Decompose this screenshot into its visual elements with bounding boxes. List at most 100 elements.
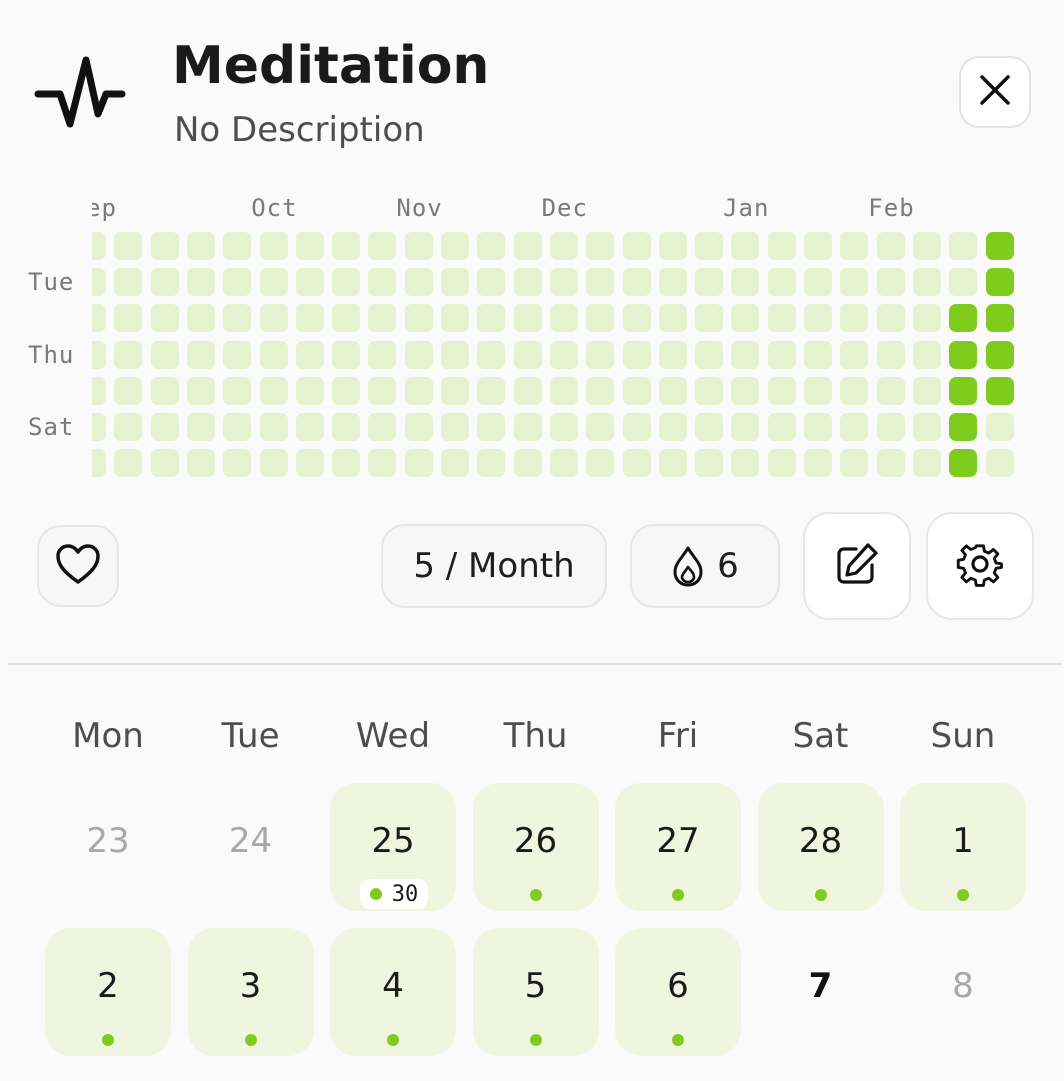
heatmap-cell [549,376,578,405]
heatmap-cell [658,304,687,333]
heatmap-cell [949,232,978,260]
heatmap-cell [259,340,288,369]
heatmap-cell [150,413,179,441]
heatmap-cell [223,376,252,405]
heatmap-month-label: Dec [541,194,588,222]
calendar-day[interactable]: 2 [45,928,171,1056]
calendar-day[interactable]: 8 [900,928,1026,1056]
heatmap-cell [804,232,832,260]
heatmap-cell [295,449,324,478]
heatmap-cell [114,449,143,478]
calendar-day[interactable]: 24 [188,783,314,911]
heatmap-cell [368,449,397,478]
heatmap-cell [477,268,506,297]
heatmap-cell [114,268,143,297]
heatmap-cell [368,268,397,297]
heatmap-cell [840,413,869,441]
heatmap-cell [295,340,324,369]
heatmap-cell [549,304,578,333]
calendar-day-number: 3 [239,966,262,1006]
heatmap-cell [477,232,506,260]
heatmap-cell [549,449,578,478]
calendar-day[interactable]: 25 30 [330,783,456,911]
activity-pulse-icon [34,52,126,136]
heatmap-cell [223,304,252,333]
heatmap-cell [114,413,143,441]
heatmap-cell [295,232,324,260]
calendar-day[interactable]: 3 [187,928,314,1056]
calendar-day[interactable]: 28 [757,783,884,911]
gear-icon [956,540,1004,592]
heatmap-cell [586,413,615,441]
heatmap-cell [695,304,724,333]
heatmap-cell [840,232,869,260]
weekday-label: Fri [657,716,699,756]
heatmap-cell [223,449,252,478]
heatmap-cell [332,376,361,405]
calendar-day[interactable]: 1 [900,783,1026,911]
heatmap-cell [695,449,724,478]
heatmap-cell [731,232,760,260]
edit-icon [834,541,880,591]
heatmap-cell [804,268,832,297]
edit-button[interactable] [803,512,911,620]
heatmap-cell [731,376,760,405]
calendar-day[interactable]: 27 [615,783,741,911]
calendar-day[interactable]: 23 [45,783,171,911]
heatmap-cell [186,268,215,297]
completion-dot [529,889,542,901]
calendar-day[interactable]: 4 [330,928,456,1056]
heatmap-cell [223,413,252,441]
close-button[interactable] [959,56,1031,128]
heatmap-cell [912,340,941,369]
heatmap-cell [332,304,361,333]
frequency-button[interactable]: 5 / Month [381,524,607,608]
heatmap-month-label: Nov [396,194,443,222]
heatmap-cell [804,413,832,441]
calendar-day[interactable]: 7 [758,928,884,1056]
heatmap-cell [441,232,469,260]
heatmap-cell [186,232,215,260]
heatmap-cell [912,376,941,405]
heatmap-cell [150,268,179,297]
calendar-day-number: 23 [86,821,130,861]
calendar-day[interactable]: 5 [472,928,599,1056]
streak-button[interactable]: 6 [630,524,780,608]
calendar-day-number: 28 [798,821,843,861]
heatmap-cell [695,376,724,405]
calendar-day[interactable]: 6 [615,928,741,1056]
favorite-button[interactable] [37,525,119,607]
calendar-day[interactable]: 26 [472,783,599,911]
heatmap-cell [731,340,760,369]
heatmap-cell [731,304,760,333]
heatmap-cell [985,268,1014,297]
completion-dot [672,1034,684,1046]
heatmap-cell [876,304,905,333]
completion-dot [102,1034,114,1046]
heatmap-cell [513,376,542,405]
heatmap-cell [186,449,215,478]
heatmap-cell [912,232,941,260]
weekday-label: Sun [930,716,996,756]
heatmap-cell [477,304,506,333]
heatmap-cell [549,232,578,260]
heatmap-grid [92,232,1052,484]
heatmap-cell [186,340,215,369]
settings-button[interactable] [926,512,1034,620]
heatmap-cell [658,449,687,478]
heatmap-cell [586,304,615,333]
heatmap-cell [441,268,469,297]
heatmap-cell [332,268,361,297]
heatmap-cell [404,304,433,333]
calendar-day-number: 26 [513,821,558,861]
completion-dot [369,888,382,900]
heatmap-cell [586,268,615,297]
heatmap-cell [949,413,978,441]
heatmap-cell [876,232,905,260]
heatmap-cell [695,232,724,260]
heatmap-cell [332,413,361,441]
heatmap-cell [404,232,433,260]
heatmap-cell [840,449,869,478]
heatmap-cell [876,340,905,369]
calendar-day-number: 2 [97,966,119,1006]
